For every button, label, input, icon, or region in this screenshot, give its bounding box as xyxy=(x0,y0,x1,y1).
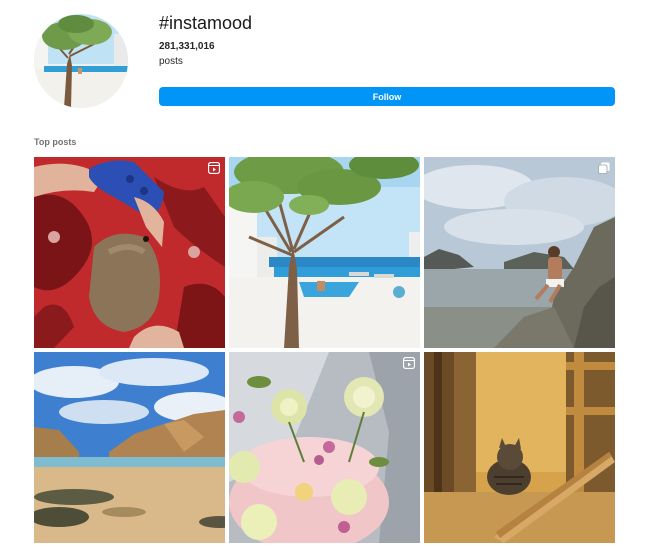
post-tile-4[interactable] xyxy=(34,352,225,543)
post-image-sandy-beach xyxy=(34,352,225,543)
post-tile-2[interactable] xyxy=(229,157,420,348)
post-tile-6[interactable] xyxy=(424,352,615,543)
reel-icon xyxy=(403,357,415,369)
post-image-cat xyxy=(424,352,615,543)
posts-label: posts xyxy=(159,56,183,67)
post-tile-1[interactable] xyxy=(34,157,225,348)
hashtag-title: #instamood xyxy=(159,13,253,33)
follow-button[interactable]: Follow xyxy=(159,87,615,106)
reel-icon xyxy=(208,162,220,174)
post-image-flower-cake xyxy=(229,352,420,543)
top-posts-heading: Top posts xyxy=(34,137,77,147)
post-count: 281,331,016 xyxy=(159,41,215,52)
post-image-pool-tree xyxy=(229,157,420,348)
post-tile-3[interactable] xyxy=(424,157,615,348)
post-image-squirrel xyxy=(34,157,225,348)
post-tile-5[interactable] xyxy=(229,352,420,543)
carousel-icon xyxy=(598,162,610,174)
hashtag-avatar xyxy=(34,14,128,108)
post-image-beach-rocks xyxy=(424,157,615,348)
